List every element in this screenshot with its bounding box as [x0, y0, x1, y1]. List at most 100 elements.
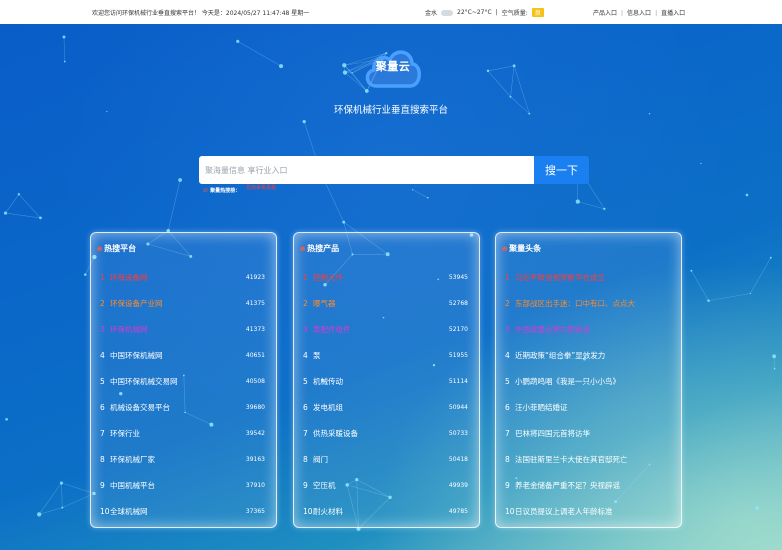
- item-name[interactable]: 环保机械网: [110, 317, 148, 343]
- item-name[interactable]: 环保行业: [110, 421, 140, 447]
- item-name[interactable]: 习近平致信祝贺新华社成立: [515, 265, 605, 291]
- star-dot: [769, 256, 772, 259]
- item-name[interactable]: 发电机组: [313, 395, 343, 421]
- search-input[interactable]: [199, 156, 535, 184]
- item-name[interactable]: 中国机械平台: [110, 473, 155, 499]
- constellation-line: [38, 482, 62, 515]
- list-item[interactable]: 8 环保机械厂家 39163: [91, 447, 276, 473]
- item-name[interactable]: 阀门: [313, 447, 328, 473]
- site-logo[interactable]: 聚量云: [362, 42, 424, 90]
- link-info-entry[interactable]: 信息入口: [627, 10, 651, 17]
- list-item[interactable]: 1 习近平致信祝贺新华社成立: [496, 265, 681, 291]
- rank-number: 5: [505, 377, 510, 386]
- list-item[interactable]: 6 汪小菲晒结婚证: [496, 395, 681, 421]
- item-name[interactable]: 中国环保机械网: [110, 343, 163, 369]
- item-name[interactable]: 环保设备产业网: [110, 291, 163, 317]
- list-item[interactable]: 10 耐火材料 49785: [294, 499, 479, 525]
- item-name[interactable]: 机械设备交易平台: [110, 395, 170, 421]
- list-item[interactable]: 3 外国政要点赞中国奇迹: [496, 317, 681, 343]
- item-name[interactable]: 控制元件: [313, 265, 343, 291]
- item-name[interactable]: 曝气器: [313, 291, 336, 317]
- rank-number: 7: [303, 429, 308, 438]
- list-item[interactable]: 6 机械设备交易平台 39680: [91, 395, 276, 421]
- list-item[interactable]: 8 阀门 50418: [294, 447, 479, 473]
- item-name[interactable]: 养老金储备严重不足？央视辟谣: [515, 473, 620, 499]
- list-item[interactable]: 5 中国环保机械交易网 40508: [91, 369, 276, 395]
- star-dot: [279, 64, 284, 69]
- list-item[interactable]: 5 机械传动 51114: [294, 369, 479, 395]
- link-product-entry[interactable]: 产品入口: [593, 10, 617, 17]
- rank-number: 4: [505, 351, 510, 360]
- cloud-icon: [441, 9, 454, 16]
- search-button[interactable]: 搜一下: [534, 156, 589, 184]
- item-name[interactable]: 供热采暖设备: [313, 421, 358, 447]
- list-item[interactable]: 4 中国环保机械网 40651: [91, 343, 276, 369]
- list-item[interactable]: 9 养老金储备严重不足？央视辟谣: [496, 473, 681, 499]
- item-name[interactable]: 全球机械网: [110, 499, 148, 525]
- list-item[interactable]: 2 环保设备产业网 41375: [91, 291, 276, 317]
- item-name[interactable]: 外国政要点赞中国奇迹: [515, 317, 590, 343]
- item-name[interactable]: 小鹦鹉鸣唱《我是一只小小鸟》: [515, 369, 620, 395]
- hot-search-item[interactable]: 拉出来看看看: [246, 185, 276, 191]
- item-name[interactable]: 汪小菲晒结婚证: [515, 395, 568, 421]
- hot-search-words: 🔥︎ 聚量热搜榜： 拉出来看看看: [203, 185, 276, 195]
- list-item[interactable]: 1 控制元件 53945: [294, 265, 479, 291]
- top-links: 产品入口 | 信息入口 | 直播入口: [593, 8, 685, 17]
- item-name[interactable]: 空压机: [313, 473, 336, 499]
- item-name[interactable]: 日议员提议上调老人年龄标准: [515, 499, 613, 525]
- item-name[interactable]: 法国驻斯里兰卡大使在其官邸死亡: [515, 447, 628, 473]
- list-item[interactable]: 2 曝气器 52768: [294, 291, 479, 317]
- list-item[interactable]: 10 日议员提议上调老人年龄标准: [496, 499, 681, 525]
- item-name[interactable]: 环保设备网: [110, 265, 148, 291]
- list-item[interactable]: 9 空压机 49939: [294, 473, 479, 499]
- list-item[interactable]: 7 环保行业 39542: [91, 421, 276, 447]
- constellation-line: [18, 194, 41, 219]
- list-item[interactable]: 2 东部战区出手迷：口中有口、点点大: [496, 291, 681, 317]
- item-count: 52170: [448, 326, 468, 333]
- list-item[interactable]: 3 环保机械网 41373: [91, 317, 276, 343]
- rank-number: 6: [303, 403, 308, 412]
- panel-hot-products: 🔥︎ 热搜产品 1 控制元件 53945 2 曝气器 52768 3 泵配件组件 52170 …: [293, 232, 480, 528]
- list-item[interactable]: 4 泵 51955: [294, 343, 479, 369]
- list-item[interactable]: 1 环保设备网 41923: [91, 265, 276, 291]
- fire-icon: 🔥︎: [203, 186, 209, 194]
- item-count: 49939: [448, 482, 468, 489]
- item-count: 40651: [245, 352, 265, 359]
- list-item[interactable]: 7 供热采暖设备 50733: [294, 421, 479, 447]
- star-dot: [412, 189, 414, 191]
- list-item[interactable]: 9 中国机械平台 37910: [91, 473, 276, 499]
- item-name[interactable]: 环保机械厂家: [110, 447, 155, 473]
- list-item[interactable]: 4 近期政策“组合拳”显效发力: [496, 343, 681, 369]
- star-dot: [63, 60, 66, 63]
- item-count: 41923: [245, 274, 265, 281]
- star-dot: [648, 113, 651, 115]
- rank-number: 8: [303, 455, 308, 464]
- item-name[interactable]: 近期政策“组合拳”显效发力: [515, 343, 605, 369]
- item-name[interactable]: 耐火材料: [313, 499, 343, 525]
- item-name[interactable]: 泵配件组件: [313, 317, 351, 343]
- list-item[interactable]: 3 泵配件组件 52170: [294, 317, 479, 343]
- star-dot: [745, 193, 749, 197]
- item-count: 37910: [245, 482, 265, 489]
- rank-number: 9: [303, 481, 308, 490]
- list-item[interactable]: 7 巴林将四国元首将访华: [496, 421, 681, 447]
- item-count: 50944: [448, 404, 468, 411]
- rank-number: 9: [100, 481, 105, 490]
- rank-number: 6: [100, 403, 105, 412]
- item-name[interactable]: 中国环保机械交易网: [110, 369, 178, 395]
- list-item[interactable]: 5 小鹦鹉鸣唱《我是一只小小鸟》: [496, 369, 681, 395]
- item-count: 51955: [448, 352, 468, 359]
- list-item[interactable]: 8 法国驻斯里兰卡大使在其官邸死亡: [496, 447, 681, 473]
- list-item[interactable]: 10 全球机械网 37365: [91, 499, 276, 525]
- item-name[interactable]: 东部战区出手迷：口中有口、点点大: [515, 291, 635, 317]
- welcome-text: 欢迎您访问环保机械行业垂直搜索平台！ 今天是：2024/05/27 11:47:…: [92, 10, 310, 17]
- item-name[interactable]: 泵: [313, 343, 321, 369]
- item-name[interactable]: 机械传动: [313, 369, 343, 395]
- item-name[interactable]: 巴林将四国元首将访华: [515, 421, 590, 447]
- link-live-entry[interactable]: 直播入口: [661, 10, 685, 17]
- item-count: 41375: [245, 300, 265, 307]
- panel-title-text: 热搜平台: [104, 244, 137, 253]
- list-item[interactable]: 6 发电机组 50944: [294, 395, 479, 421]
- star-dot: [351, 72, 353, 74]
- rank-number: 10: [505, 507, 515, 516]
